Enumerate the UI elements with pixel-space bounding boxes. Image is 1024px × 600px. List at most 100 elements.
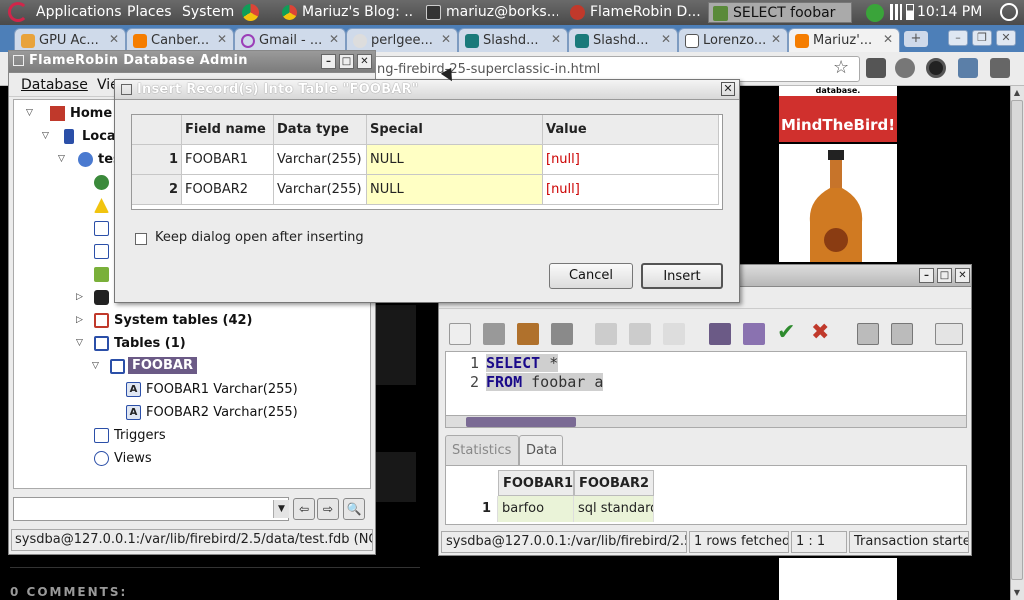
sql-editor[interactable]: 1 SELECT * 2 FROM foobar a xyxy=(445,351,967,417)
collapse-icon[interactable]: ▽ xyxy=(76,338,86,348)
signal-icon[interactable] xyxy=(890,4,902,20)
scrollbar-thumb[interactable] xyxy=(466,417,576,427)
minimize-button[interactable]: – xyxy=(948,30,968,46)
keep-open-label[interactable]: Keep dialog open after inserting xyxy=(155,230,364,245)
menu-system[interactable]: System xyxy=(182,4,234,20)
new-file-icon[interactable] xyxy=(449,323,471,345)
tab-gmail[interactable]: Gmail - ... ✕ xyxy=(234,28,346,52)
expand-icon[interactable]: ▷ xyxy=(76,315,86,325)
tab-slashdot-2[interactable]: Slashd... ✕ xyxy=(568,28,678,52)
window-menu-icon[interactable] xyxy=(121,84,132,95)
insert-grid[interactable]: Field name Data type Special Value 1 FOO… xyxy=(131,114,723,210)
scroll-up-icon[interactable]: ▲ xyxy=(1011,88,1023,98)
save-icon[interactable] xyxy=(551,323,573,345)
minimize-button[interactable]: – xyxy=(919,268,934,283)
cancel-button[interactable]: Cancel xyxy=(549,263,633,289)
search-previous-button[interactable]: ⇦ xyxy=(293,498,315,520)
load-icon[interactable] xyxy=(517,323,539,345)
menu-places[interactable]: Places xyxy=(127,4,172,20)
cell-special[interactable]: NULL xyxy=(367,175,543,205)
task-flamerobin[interactable]: FlameRobin D... xyxy=(566,2,702,23)
bottom-ad[interactable] xyxy=(779,558,897,600)
close-icon[interactable]: ✕ xyxy=(661,32,671,46)
tree-search-input[interactable] xyxy=(13,497,289,521)
settings-icon[interactable] xyxy=(926,58,946,78)
tab-slashdot-1[interactable]: Slashd... ✕ xyxy=(458,28,568,52)
tree-system-tables[interactable]: System tables (42) xyxy=(114,313,252,328)
chrome-launcher-icon[interactable] xyxy=(242,4,259,21)
execute-icon[interactable] xyxy=(709,323,731,345)
editor-scrollbar[interactable] xyxy=(445,415,967,428)
bookmark-star-icon[interactable]: ☆ xyxy=(833,57,853,78)
header-field-name[interactable]: Field name xyxy=(182,115,274,145)
close-icon[interactable]: ✕ xyxy=(109,32,119,46)
tree-column[interactable]: FOOBAR1 Varchar(255) xyxy=(146,382,298,397)
task-terminal[interactable]: mariuz@borks... xyxy=(422,2,558,23)
close-button[interactable]: ✕ xyxy=(955,268,970,283)
close-icon[interactable]: ✕ xyxy=(883,32,893,46)
extension-icon[interactable] xyxy=(866,58,886,78)
pipette-icon[interactable] xyxy=(958,58,978,78)
cell-value[interactable]: [null] xyxy=(543,145,719,175)
tree-home[interactable]: Home xyxy=(70,106,112,121)
search-next-button[interactable]: ⇨ xyxy=(317,498,339,520)
cell-value[interactable]: [null] xyxy=(543,175,719,205)
search-icon[interactable]: 🔍 xyxy=(343,498,365,520)
result-grid[interactable]: FOOBAR1 FOOBAR2 1 barfoo sql standard xyxy=(445,465,967,525)
tab-statistics[interactable]: Statistics xyxy=(445,435,519,465)
collapse-icon[interactable]: ▽ xyxy=(92,361,102,371)
tree-views[interactable]: Views xyxy=(114,451,152,466)
tab-lorenzo[interactable]: Lorenzo... ✕ xyxy=(678,28,788,52)
gear-icon[interactable] xyxy=(895,58,915,78)
print-icon[interactable] xyxy=(483,323,505,345)
tree-localhost[interactable]: Loca xyxy=(82,129,116,144)
power-icon[interactable] xyxy=(1000,3,1018,21)
scroll-down-icon[interactable]: ▼ xyxy=(1011,588,1023,598)
close-icon[interactable]: ✕ xyxy=(329,32,339,46)
close-icon[interactable]: ✕ xyxy=(441,32,451,46)
commit-icon[interactable]: ✔ xyxy=(777,322,799,345)
expand-icon[interactable]: ▷ xyxy=(76,292,86,302)
maximize-button[interactable]: ❐ xyxy=(972,30,992,46)
grid-cell[interactable]: barfoo xyxy=(498,496,574,522)
grid-cell[interactable]: sql standard xyxy=(574,496,654,522)
rollback-icon[interactable]: ✖ xyxy=(811,322,833,345)
tab-mariuz[interactable]: Mariuz'... ✕ xyxy=(788,28,900,52)
menu-applications[interactable]: Applications xyxy=(36,4,122,20)
header-special[interactable]: Special xyxy=(367,115,543,145)
chevron-down-icon[interactable]: ▼ xyxy=(273,500,289,518)
delete-row-icon[interactable] xyxy=(891,323,913,345)
close-icon[interactable]: ✕ xyxy=(217,32,227,46)
history-icon[interactable] xyxy=(663,323,685,345)
tab-data[interactable]: Data xyxy=(519,435,563,465)
execute-selection-icon[interactable] xyxy=(743,323,765,345)
header-data-type[interactable]: Data type xyxy=(274,115,367,145)
insert-row-icon[interactable] xyxy=(857,323,879,345)
menu-database[interactable]: Database xyxy=(21,77,88,93)
collapse-icon[interactable]: ▽ xyxy=(58,154,68,164)
clock[interactable]: 10:14 PM xyxy=(917,4,982,20)
tab-gpu[interactable]: GPU Ac... ✕ xyxy=(14,28,126,52)
tree-tables[interactable]: Tables (1) xyxy=(114,336,186,351)
toggle-layout-icon[interactable] xyxy=(935,323,963,345)
debian-logo-icon[interactable] xyxy=(8,2,28,22)
column-header[interactable]: FOOBAR1 xyxy=(498,470,574,496)
new-tab-button[interactable]: + xyxy=(904,31,928,47)
tree-column[interactable]: FOOBAR2 Varchar(255) xyxy=(146,405,298,420)
tab-canberra[interactable]: Canber... ✕ xyxy=(126,28,234,52)
maximize-button[interactable]: □ xyxy=(937,268,952,283)
tree-table-foobar[interactable]: FOOBAR xyxy=(128,357,197,374)
close-icon[interactable]: ✕ xyxy=(551,32,561,46)
task-mariuz-blog[interactable]: Mariuz's Blog: ... xyxy=(278,2,414,23)
close-window-button[interactable]: ✕ xyxy=(996,30,1016,46)
back-icon[interactable] xyxy=(595,323,617,345)
forward-icon[interactable] xyxy=(629,323,651,345)
tree-triggers[interactable]: Triggers xyxy=(114,428,166,443)
close-button[interactable]: ✕ xyxy=(357,54,372,69)
flamerobin-titlebar[interactable]: FlameRobin Database Admin – □ ✕ xyxy=(9,51,375,73)
window-menu-icon[interactable] xyxy=(13,55,24,66)
network-status-icon[interactable] xyxy=(866,4,884,22)
header-value[interactable]: Value xyxy=(543,115,719,145)
battery-icon[interactable] xyxy=(906,4,914,20)
keep-open-checkbox[interactable] xyxy=(135,233,147,245)
